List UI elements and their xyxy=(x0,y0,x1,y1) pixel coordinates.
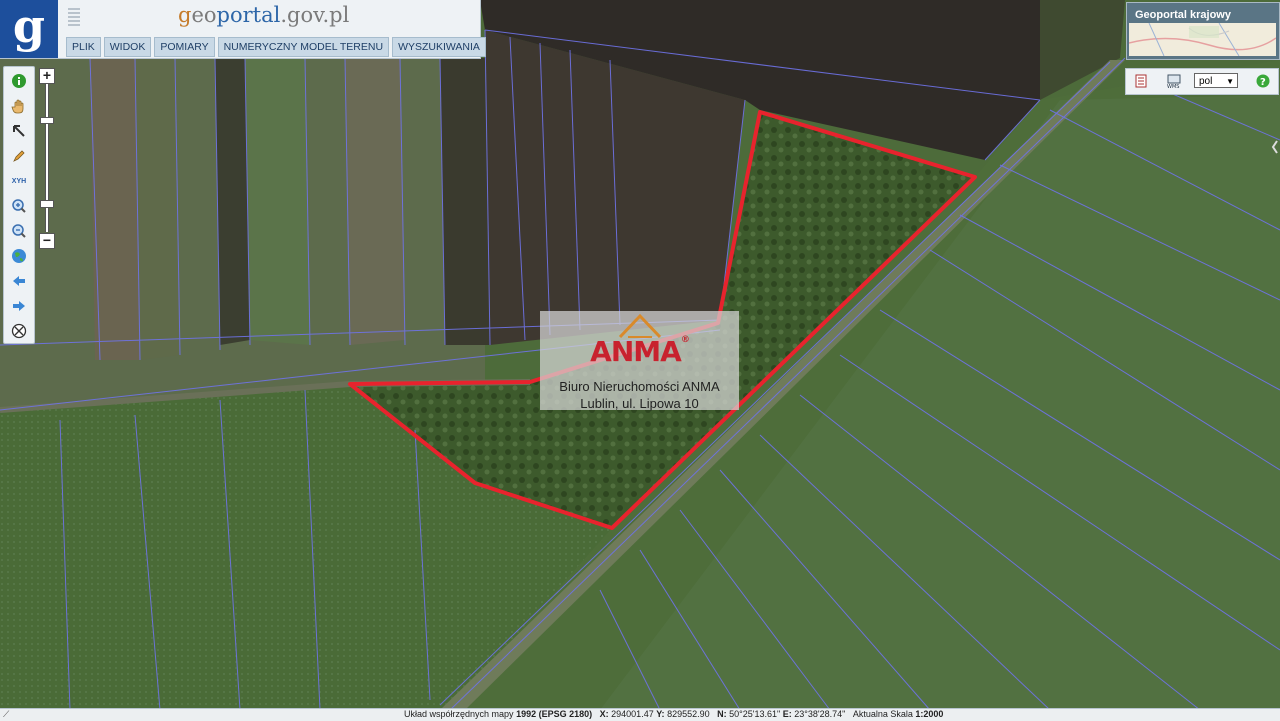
e-label: E: xyxy=(782,709,792,719)
xyh-label: XYH xyxy=(11,177,27,185)
x-value: 294001.47 xyxy=(611,709,654,719)
help-icon[interactable]: ? xyxy=(1256,74,1270,93)
select-arrow-icon[interactable] xyxy=(9,121,29,141)
xyh-icon[interactable]: XYH xyxy=(9,171,29,191)
watermark-address: Lublin, ul. Lipowa 10 xyxy=(580,396,699,411)
overview-map-thumbnail[interactable] xyxy=(1129,23,1276,56)
overview-map-panel[interactable]: Geoportal krajowy xyxy=(1126,2,1280,60)
watermark-logo-text: ANMA® xyxy=(540,335,739,368)
y-value: 829552.90 xyxy=(667,709,710,719)
menu-numeryczny-model-terenu[interactable]: NUMERYCZNY MODEL TERENU xyxy=(217,37,390,57)
zoom-slider-handle[interactable] xyxy=(40,200,54,208)
wms-icon[interactable]: WMS xyxy=(1166,73,1182,94)
map-toolbar: XYH xyxy=(3,66,35,344)
site-title-eo: eo xyxy=(191,3,217,27)
registered-mark: ® xyxy=(680,335,690,345)
coordinate-readout: Układ współrzędnych mapy 1992 (EPSG 2180… xyxy=(404,709,943,720)
agency-watermark: ANMA® Biuro Nieruchomości ANMA Lublin, u… xyxy=(540,311,739,411)
zoom-slider-track[interactable] xyxy=(45,84,49,232)
zoom-slider-marker xyxy=(40,117,54,124)
scale-label: Aktualna Skala xyxy=(852,709,913,719)
pencil-icon[interactable] xyxy=(9,146,29,166)
n-value: 50°25'13.61" xyxy=(729,709,781,719)
panel-grip-handle[interactable] xyxy=(60,2,88,32)
crs-label: Układ współrzędnych mapy xyxy=(404,709,514,719)
e-value: 23°38'28.74" xyxy=(794,709,846,719)
logo-letter: g xyxy=(12,0,46,53)
crs-value: 1992 (EPSG 2180) xyxy=(516,709,593,719)
svg-text:WMS: WMS xyxy=(1167,84,1179,89)
menu-widok[interactable]: WIDOK xyxy=(103,37,152,57)
zoom-out-button[interactable]: − xyxy=(39,233,55,249)
header-bar: g geoportal.gov.pl PLIK WIDOK POMIARY NU… xyxy=(0,0,486,59)
zoom-out-icon[interactable] xyxy=(9,221,29,241)
zoom-in-icon[interactable] xyxy=(9,196,29,216)
menu-plik[interactable]: PLIK xyxy=(66,37,101,57)
site-title-portal: portal xyxy=(216,3,281,27)
watermark-brand: ANMA xyxy=(590,335,682,368)
n-label: N: xyxy=(717,709,727,719)
svg-text:?: ? xyxy=(1260,77,1266,88)
forward-arrow-icon[interactable] xyxy=(9,296,29,316)
panel-scroll-arrow-icon[interactable] xyxy=(1270,138,1280,156)
status-resize-icon: ⟋ xyxy=(3,709,10,719)
main-menu: PLIK WIDOK POMIARY NUMERYCZNY MODEL TERE… xyxy=(66,37,486,57)
top-right-controls: WMS pol ▼ ? xyxy=(1125,68,1279,95)
globe-icon[interactable] xyxy=(9,246,29,266)
menu-pomiary[interactable]: POMIARY xyxy=(154,37,215,57)
scale-value: 1:2000 xyxy=(915,709,944,719)
clear-icon[interactable] xyxy=(9,321,29,341)
site-title-g: g xyxy=(178,3,192,27)
menu-wyszukiwania[interactable]: WYSZUKIWANIA xyxy=(392,37,486,57)
language-select[interactable]: pol ▼ xyxy=(1194,73,1238,88)
zoom-in-button[interactable]: + xyxy=(39,68,55,84)
overview-map-title: Geoportal krajowy xyxy=(1135,9,1231,21)
y-label: Y: xyxy=(656,709,665,719)
back-arrow-icon[interactable] xyxy=(9,271,29,291)
watermark-company-name: Biuro Nieruchomości ANMA xyxy=(559,379,720,394)
pan-hand-icon[interactable] xyxy=(9,96,29,116)
print-icon[interactable] xyxy=(1134,74,1148,93)
site-title-domain: .gov.pl xyxy=(280,3,350,27)
chevron-down-icon: ▼ xyxy=(1226,77,1234,86)
info-icon[interactable] xyxy=(9,71,29,91)
x-label: X: xyxy=(599,709,609,719)
site-title[interactable]: geoportal.gov.pl xyxy=(178,3,349,27)
geoportal-logo[interactable]: g xyxy=(0,0,58,58)
status-bar: ⟋ Układ współrzędnych mapy 1992 (EPSG 21… xyxy=(0,708,1280,721)
language-select-value: pol xyxy=(1199,76,1213,87)
